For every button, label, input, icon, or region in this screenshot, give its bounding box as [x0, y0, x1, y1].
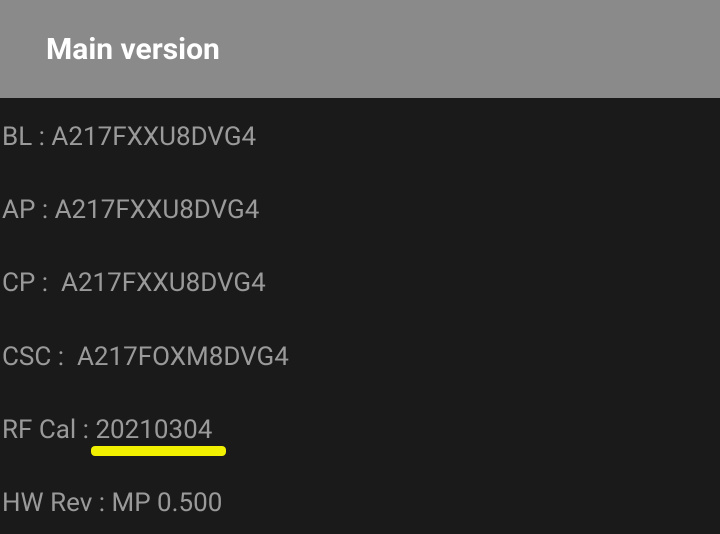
csc-label: CSC : — [2, 342, 77, 373]
cp-label: CP : — [2, 268, 61, 299]
version-info-list: BL : A217FXXU8DVG4 AP : A217FXXU8DVG4 CP… — [0, 98, 720, 529]
bl-row: BL : A217FXXU8DVG4 — [2, 112, 720, 163]
hwrev-label: HW Rev : — [2, 488, 112, 519]
cp-row: CP : A217FXXU8DVG4 — [2, 258, 720, 309]
ap-value: A217FXXU8DVG4 — [55, 195, 260, 226]
hwrev-row: HW Rev : MP 0.500 — [2, 478, 720, 529]
header-bar: Main version — [0, 0, 720, 98]
cp-value: A217FXXU8DVG4 — [61, 268, 266, 299]
rfcal-label: RF Cal : — [2, 415, 95, 446]
page-title: Main version — [46, 32, 220, 67]
bl-value: A217FXXU8DVG4 — [51, 122, 256, 153]
ap-label: AP : — [2, 195, 55, 226]
hwrev-value: MP 0.500 — [112, 488, 223, 519]
rfcal-row: RF Cal : 20210304 — [2, 405, 720, 456]
ap-row: AP : A217FXXU8DVG4 — [2, 185, 720, 236]
rfcal-value: 20210304 — [95, 415, 212, 446]
csc-value: A217FOXM8DVG4 — [77, 342, 289, 373]
csc-row: CSC : A217FOXM8DVG4 — [2, 332, 720, 383]
bl-label: BL : — [2, 122, 51, 153]
